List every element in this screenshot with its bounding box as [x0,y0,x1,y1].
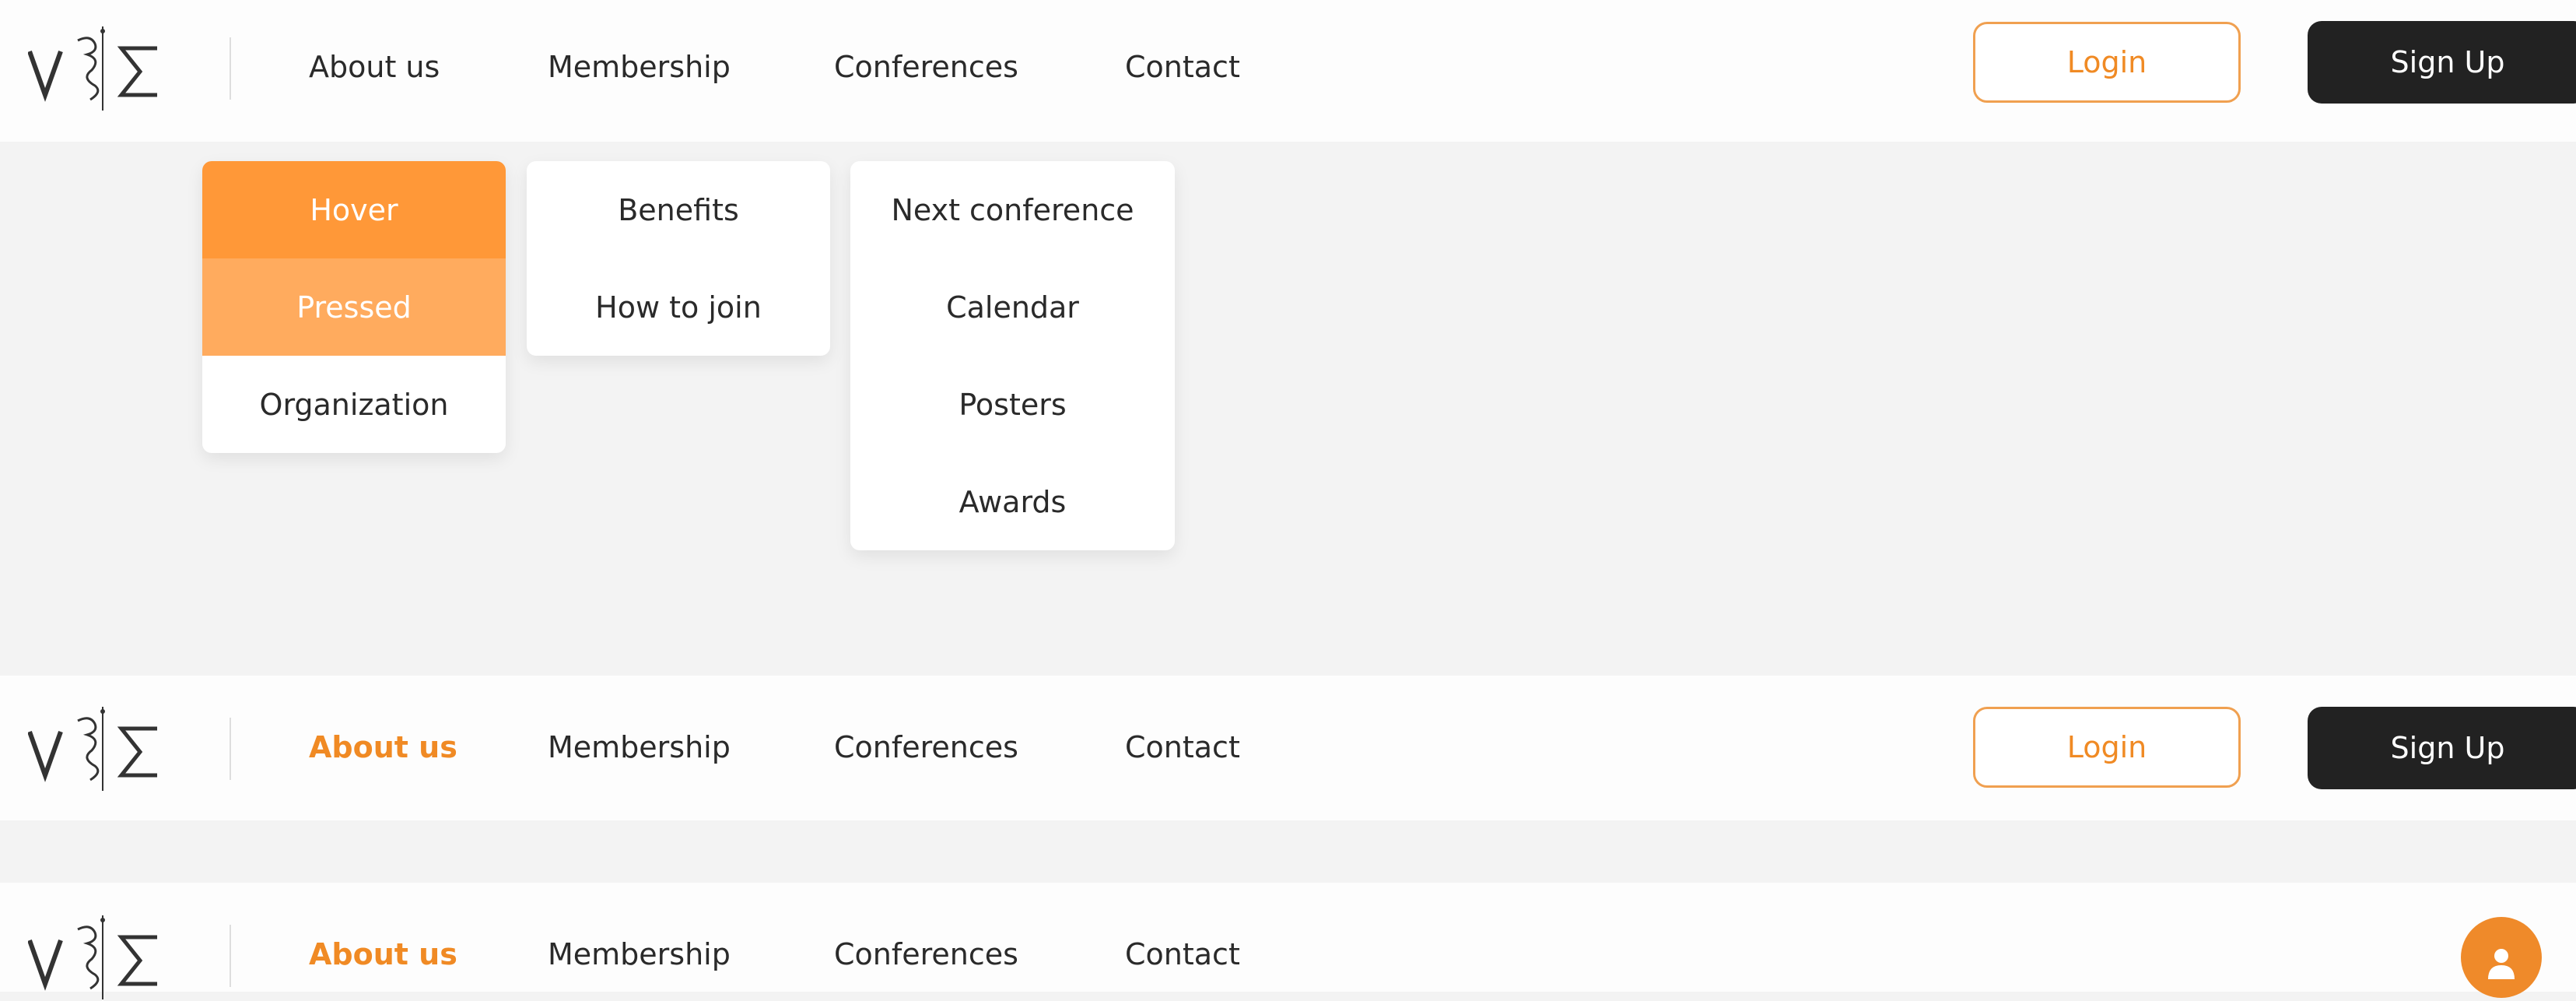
site-logo[interactable] [28,707,162,792]
signup-button[interactable]: Sign Up [2308,707,2576,789]
nav-contact[interactable]: Contact [1125,50,1240,84]
nav-about-us[interactable]: About us [309,730,457,764]
about-us-dropdown: Hover Pressed Organization [202,161,506,453]
dropdown-item-pressed[interactable]: Pressed [202,258,506,356]
dropdown-item-posters[interactable]: Posters [850,356,1175,453]
nav-conferences[interactable]: Conferences [834,937,1018,971]
user-avatar-button[interactable] [2461,917,2542,998]
dropdown-item-organization[interactable]: Organization [202,356,506,453]
nav-membership[interactable]: Membership [548,730,731,764]
nav-divider [230,718,231,780]
nav-membership[interactable]: Membership [548,50,731,84]
nav-membership[interactable]: Membership [548,937,731,971]
login-button[interactable]: Login [1973,22,2241,103]
nav-conferences[interactable]: Conferences [834,50,1018,84]
conferences-dropdown: Next conference Calendar Posters Awards [850,161,1175,550]
nav-divider [230,925,231,987]
signup-button[interactable]: Sign Up [2308,21,2576,104]
navbar-active: About us Membership Conferences Contact … [0,676,2576,820]
dropdown-item-calendar[interactable]: Calendar [850,258,1175,356]
user-icon [2488,949,2515,979]
navbar-logged-in: About us Membership Conferences Contact [0,883,2576,999]
dropdown-item-hover[interactable]: Hover [202,161,506,258]
dropdown-item-how-to-join[interactable]: How to join [527,258,830,356]
login-button[interactable]: Login [1973,707,2241,788]
nav-contact[interactable]: Contact [1125,730,1240,764]
site-logo[interactable] [28,26,162,112]
dropdown-item-awards[interactable]: Awards [850,453,1175,550]
nav-contact[interactable]: Contact [1125,937,1240,971]
nav-conferences[interactable]: Conferences [834,730,1018,764]
dropdown-item-next-conference[interactable]: Next conference [850,161,1175,258]
nav-divider [230,37,231,100]
navbar-default: About us Membership Conferences Contact … [0,0,2576,142]
site-logo[interactable] [28,915,162,1001]
nav-about-us[interactable]: About us [309,50,440,84]
nav-about-us[interactable]: About us [309,937,457,971]
membership-dropdown: Benefits How to join [527,161,830,356]
dropdown-item-benefits[interactable]: Benefits [527,161,830,258]
